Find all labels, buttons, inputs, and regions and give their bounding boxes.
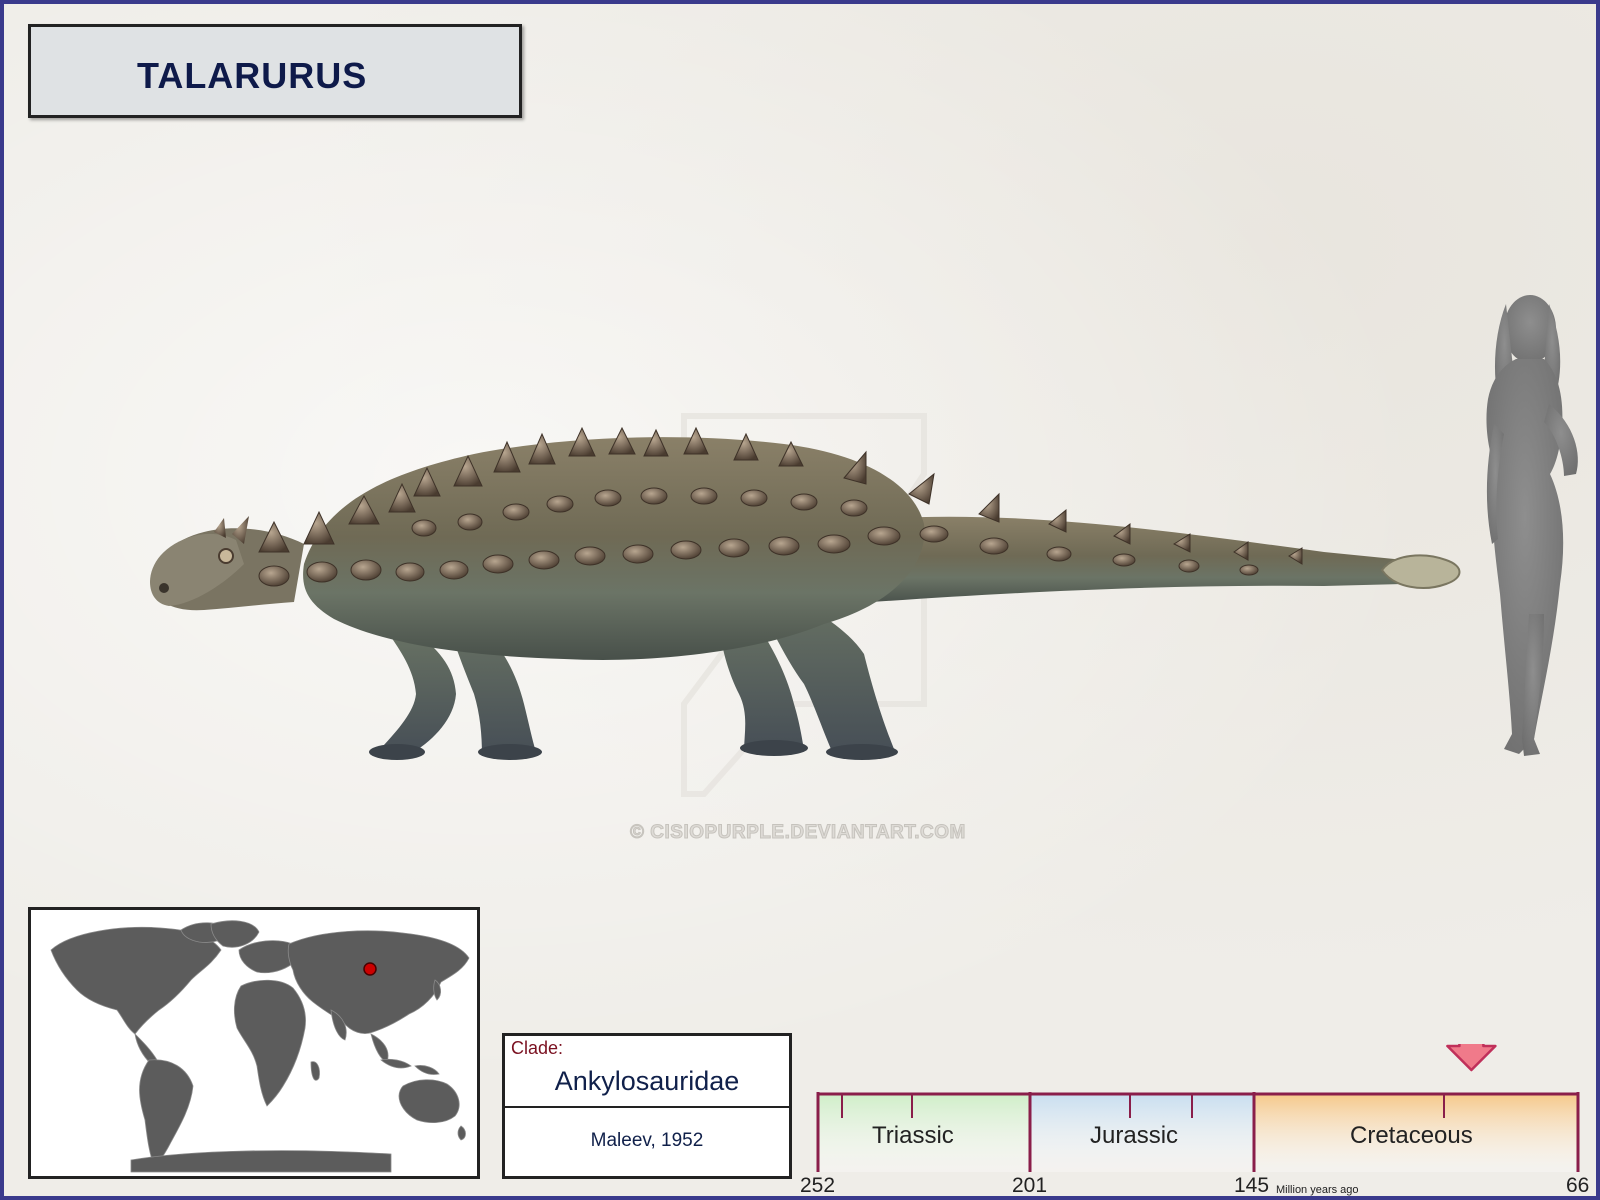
arrow-down-icon [1446, 1044, 1497, 1072]
clade-panel: Clade: Ankylosauridae Maleev, 1952 [502, 1033, 792, 1179]
tick-145: 145 [1234, 1174, 1270, 1197]
species-sheet: TALARURUS © CISIOPURPLE.DEVIANTART.COM C… [0, 0, 1600, 1200]
world-map-panel [28, 907, 480, 1179]
period-jurassic: Jurassic [1090, 1122, 1179, 1149]
clade-label: Clade: [511, 1038, 564, 1058]
tick-201: 201 [1012, 1174, 1048, 1197]
watermark-text: © CISIOPURPLE.DEVIANTART.COM [630, 822, 966, 844]
world-map [50, 920, 470, 1173]
timeline-unit: Million years ago [1276, 1184, 1359, 1196]
clade-divider [505, 1106, 789, 1108]
period-cretaceous: Cretaceous [1350, 1122, 1473, 1149]
geologic-timeline: Triassic Jurassic Cretaceous 252 201 145… [800, 1044, 1594, 1197]
period-triassic: Triassic [872, 1122, 954, 1149]
clade-name: Ankylosauridae [554, 1066, 740, 1096]
tick-252: 252 [800, 1174, 836, 1197]
clade-author: Maleev, 1952 [590, 1130, 704, 1151]
tick-66: 66 [1566, 1174, 1590, 1197]
human-silhouette [1486, 295, 1578, 756]
dinosaur-illustration [150, 426, 1461, 760]
location-dot-icon [363, 962, 377, 976]
